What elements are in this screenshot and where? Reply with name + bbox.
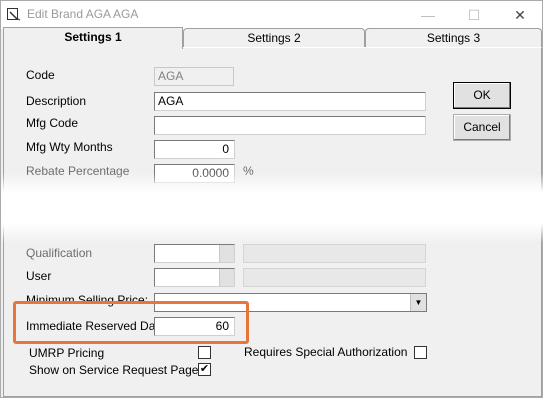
qualification-label: Qualification (26, 246, 93, 260)
requires-special-authorization-checkbox[interactable] (414, 346, 427, 359)
close-button[interactable]: ✕ (497, 1, 543, 29)
app-icon (7, 8, 21, 21)
maximize-button[interactable]: ☐ (451, 1, 497, 29)
checkmark-icon: ✔ (199, 363, 210, 375)
ok-button[interactable]: OK (453, 82, 511, 109)
edit-brand-window: Edit Brand AGA AGA — ☐ ✕ Settings 1 Sett… (0, 0, 543, 398)
tab-settings-3[interactable]: Settings 3 (365, 28, 542, 48)
user-description (243, 268, 426, 287)
mfg-code-label: Mfg Code (26, 116, 79, 130)
user-lookup-button[interactable] (219, 269, 234, 286)
qualification-lookup-button[interactable] (219, 245, 234, 262)
mfg-code-field[interactable] (154, 116, 426, 135)
highlight-box (13, 301, 249, 344)
show-on-service-request-page-label: Show on Service Request Page (29, 363, 199, 377)
minimize-button[interactable]: — (405, 1, 451, 29)
umrp-pricing-checkbox[interactable] (198, 346, 211, 359)
window-title: Edit Brand AGA AGA (27, 7, 139, 21)
mfg-wty-months-label: Mfg Wty Months (26, 140, 113, 154)
requires-special-authorization-label: Requires Special Authorization (244, 345, 408, 359)
tab-strip: Settings 1 Settings 2 Settings 3 (3, 27, 542, 49)
mfg-wty-months-field[interactable]: 0 (154, 140, 235, 159)
user-label: User (26, 269, 52, 283)
chevron-down-icon[interactable]: ▼ (410, 294, 426, 311)
code-label: Code (26, 68, 55, 82)
code-field[interactable]: AGA (154, 67, 234, 86)
show-on-service-request-page-checkbox[interactable]: ✔ (198, 363, 211, 376)
qualification-description (243, 244, 426, 263)
umrp-pricing-label: UMRP Pricing (29, 346, 105, 360)
description-label: Description (26, 94, 87, 108)
cancel-button[interactable]: Cancel (453, 114, 511, 141)
title-bar: Edit Brand AGA AGA — ☐ ✕ (1, 1, 542, 29)
description-field[interactable]: AGA (154, 92, 426, 111)
tab-settings-2[interactable]: Settings 2 (183, 28, 365, 48)
content-fade (1, 173, 543, 243)
tab-settings-1[interactable]: Settings 1 (3, 27, 183, 49)
